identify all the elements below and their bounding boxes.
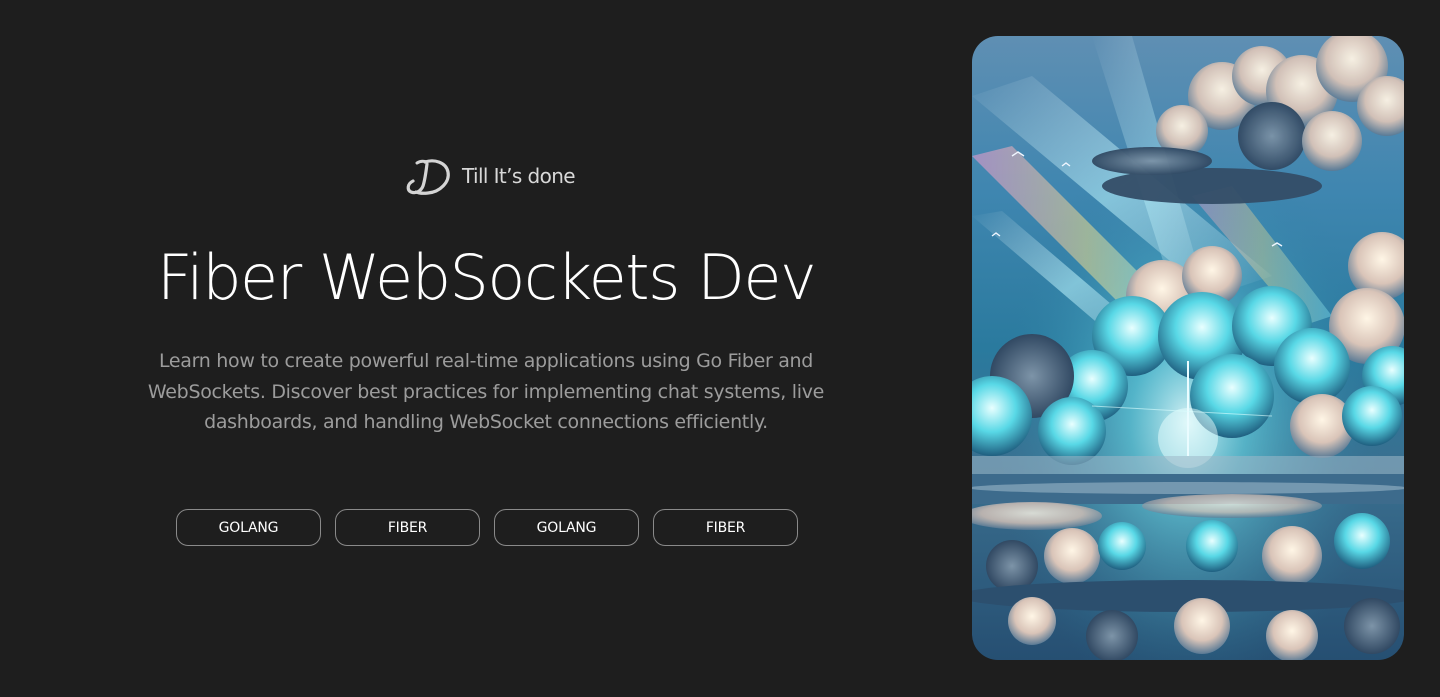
tag-fiber[interactable]: FIBER: [653, 509, 798, 546]
tag-golang[interactable]: GOLANG: [176, 509, 321, 546]
page-title: Fiber WebSockets Dev: [156, 241, 817, 314]
tag-golang[interactable]: GOLANG: [494, 509, 639, 546]
cursive-d-logo-icon: [406, 159, 450, 195]
hero-image: [972, 36, 1404, 660]
hero-content: Till It’s done Fiber WebSockets Dev Lear…: [0, 0, 972, 697]
brand[interactable]: Till It’s done: [404, 154, 576, 198]
tag-fiber[interactable]: FIBER: [335, 509, 480, 546]
brand-name: Till It’s done: [462, 164, 576, 188]
page-description: Learn how to create powerful real-time a…: [147, 350, 825, 433]
tag-list: GOLANG FIBER GOLANG FIBER: [176, 509, 798, 546]
cloudscape-illustration: [972, 36, 1404, 660]
page: Till It’s done Fiber WebSockets Dev Lear…: [0, 0, 1440, 697]
